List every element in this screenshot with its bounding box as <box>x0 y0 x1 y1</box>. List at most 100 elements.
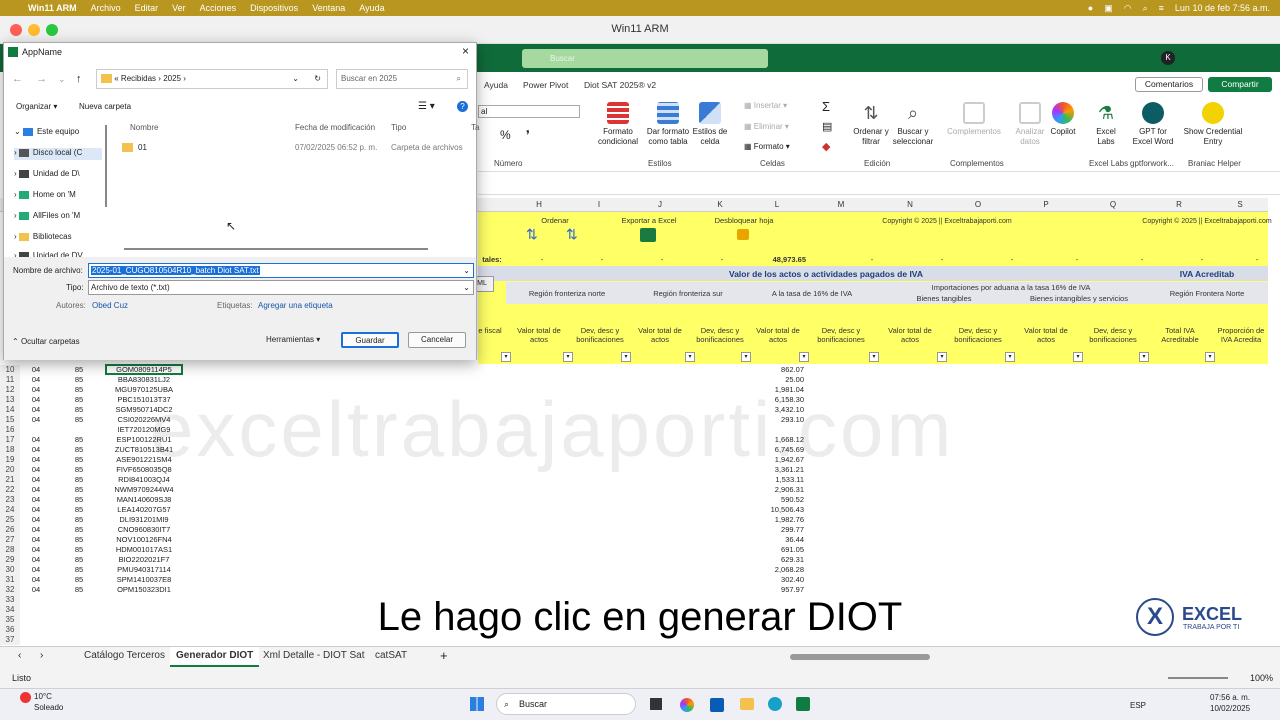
eliminar-button[interactable]: ▦ Eliminar ▾ <box>744 122 789 131</box>
excel-search-input[interactable]: Buscar <box>522 49 768 68</box>
cell-tipo[interactable]: 04 <box>24 515 48 525</box>
mac-menu-ver[interactable]: Ver <box>172 3 186 13</box>
mac-menu-archivo[interactable]: Archivo <box>91 3 121 13</box>
file-row-01[interactable]: 01 07/02/2025 06:52 p. m. Carpeta de arc… <box>120 141 470 155</box>
nav-item-0[interactable]: ⌄ Este equipo <box>14 127 102 139</box>
etiqueta-input[interactable]: Agregar una etiqueta <box>258 301 333 310</box>
cell-operacion[interactable]: 85 <box>64 485 94 495</box>
cell-tipo[interactable]: 04 <box>24 555 48 565</box>
zoom-level[interactable]: 100% <box>1250 673 1273 683</box>
row-number[interactable]: 24 <box>0 505 20 515</box>
estilos-celda-button[interactable]: Estilos de celda <box>690 102 730 147</box>
cell-tipo[interactable]: 04 <box>24 435 48 445</box>
font-name-box[interactable]: al <box>478 105 580 118</box>
row-number[interactable]: 22 <box>0 485 20 495</box>
cell-tipo[interactable]: 04 <box>24 415 48 425</box>
cell-rfc[interactable]: MGU970125UBA <box>106 385 182 395</box>
tray-lang[interactable]: ESP <box>1130 701 1146 710</box>
autosum-icon[interactable]: Σ <box>822 99 830 114</box>
row-number[interactable]: 12 <box>0 385 20 395</box>
excel-labs-button[interactable]: ⚗ Excel Labs <box>1090 102 1122 147</box>
row-number[interactable]: 10 <box>0 365 20 375</box>
recent-dropdown-icon[interactable]: ⌄ <box>58 74 66 85</box>
cell-operacion[interactable]: 85 <box>64 575 94 585</box>
search-icon[interactable]: ⌕ <box>1143 3 1148 14</box>
up-icon[interactable]: ↑ <box>76 73 82 85</box>
cell-tipo[interactable]: 04 <box>24 585 48 595</box>
col-o[interactable]: O <box>944 200 1012 209</box>
sheet-tab-catalogo[interactable]: Catálogo Terceros <box>84 650 165 661</box>
nav-item-5[interactable]: › Bibliotecas <box>14 232 102 244</box>
compartir-button[interactable]: Compartir <box>1208 77 1272 92</box>
row-number[interactable]: 21 <box>0 475 20 485</box>
cell-operacion[interactable]: 85 <box>64 445 94 455</box>
dialog-search-input[interactable]: Buscar en 2025 ⌕ <box>336 69 468 89</box>
cell-operacion[interactable]: 85 <box>64 495 94 505</box>
lock-icon[interactable] <box>737 229 749 240</box>
cell-operacion[interactable]: 85 <box>64 375 94 385</box>
formula-bar[interactable] <box>478 173 1280 195</box>
row-number[interactable]: 27 <box>0 535 20 545</box>
col-h[interactable]: H <box>508 200 570 209</box>
col-nombre[interactable]: Nombre <box>130 123 158 132</box>
fill-icon[interactable]: ▤ <box>822 120 832 133</box>
guardar-button[interactable]: Guardar <box>341 332 399 348</box>
cell-valor-total[interactable]: 1,982.76 <box>750 515 804 525</box>
cell-valor-total[interactable]: 1,942.67 <box>750 455 804 465</box>
filter-dropdown-icon[interactable]: ▾ <box>563 352 573 362</box>
cell-rfc[interactable]: CSI020226MV4 <box>106 415 182 425</box>
cell-valor-total[interactable]: 10,506.43 <box>750 505 804 515</box>
next-sheet-icon[interactable]: › <box>40 650 43 661</box>
cell-valor-total[interactable]: 1,981.04 <box>750 385 804 395</box>
formato-button[interactable]: ▦ Formato ▾ <box>744 142 790 151</box>
view-options-icon[interactable]: ☰ ▾ <box>418 101 435 112</box>
cell-rfc[interactable]: MAN140609SJ8 <box>106 495 182 505</box>
cell-valor-total[interactable]: 6,745.69 <box>750 445 804 455</box>
screen-icon[interactable]: ▣ <box>1104 3 1113 14</box>
cell-operacion[interactable]: 85 <box>64 405 94 415</box>
cell-tipo[interactable]: 04 <box>24 545 48 555</box>
tray-time[interactable]: 07:56 a. m. <box>1210 693 1250 702</box>
dialog-close-icon[interactable]: × <box>462 44 469 58</box>
refresh-icon[interactable]: ↻ <box>314 70 321 88</box>
help-icon[interactable]: ? <box>457 101 468 112</box>
cell-valor-total[interactable]: 6,158.30 <box>750 395 804 405</box>
address-dropdown-icon[interactable]: ⌄ <box>292 70 299 88</box>
row-number[interactable]: 11 <box>0 375 20 385</box>
nueva-carpeta-button[interactable]: Nueva carpeta <box>79 102 131 111</box>
wifi-icon[interactable]: ◠ <box>1124 3 1132 14</box>
cell-tipo[interactable]: 04 <box>24 395 48 405</box>
cell-rfc[interactable]: PBC151013T37 <box>106 395 182 405</box>
cell-valor-total[interactable]: 293.10 <box>750 415 804 425</box>
windows-start-icon[interactable] <box>470 697 484 711</box>
cell-operacion[interactable]: 85 <box>64 435 94 445</box>
cell-operacion[interactable]: 85 <box>64 475 94 485</box>
col-k[interactable]: K <box>692 200 748 209</box>
excel-export-icon[interactable] <box>640 228 656 242</box>
cell-valor-total[interactable]: 2,068.28 <box>750 565 804 575</box>
complementos-button[interactable]: Complementos <box>946 102 1002 137</box>
cell-valor-total[interactable]: 862.07 <box>750 365 804 375</box>
cell-valor-total[interactable]: 957.97 <box>750 585 804 595</box>
filter-dropdown-icon[interactable]: ▾ <box>937 352 947 362</box>
col-p[interactable]: P <box>1012 200 1080 209</box>
dar-formato-tabla-button[interactable]: Dar formato como tabla <box>642 102 694 147</box>
cell-rfc[interactable]: ESP100122RU1 <box>106 435 182 445</box>
cell-tipo[interactable]: 04 <box>24 495 48 505</box>
add-sheet-icon[interactable]: + <box>440 648 448 663</box>
tray-date[interactable]: 10/02/2025 <box>1210 704 1250 713</box>
nav-scrollbar[interactable] <box>105 125 107 207</box>
explorer-icon[interactable] <box>740 698 754 710</box>
cell-valor-total[interactable]: 629.31 <box>750 555 804 565</box>
show-credential-button[interactable]: Show Credential Entry <box>1182 102 1244 147</box>
buscar-seleccionar-button[interactable]: ⌕ Buscar y seleccionar <box>888 102 938 147</box>
path-recibidas[interactable]: Recibidas <box>121 74 156 83</box>
cell-tipo[interactable]: 04 <box>24 375 48 385</box>
col-n[interactable]: N <box>876 200 944 209</box>
copilot-button[interactable]: Copilot <box>1046 102 1080 137</box>
cell-tipo[interactable]: 04 <box>24 505 48 515</box>
row-number[interactable]: 13 <box>0 395 20 405</box>
filename-dropdown-icon[interactable]: ⌄ <box>463 264 470 277</box>
analizar-datos-button[interactable]: Analizar datos <box>1010 102 1050 147</box>
prev-sheet-icon[interactable]: ‹ <box>18 650 21 661</box>
